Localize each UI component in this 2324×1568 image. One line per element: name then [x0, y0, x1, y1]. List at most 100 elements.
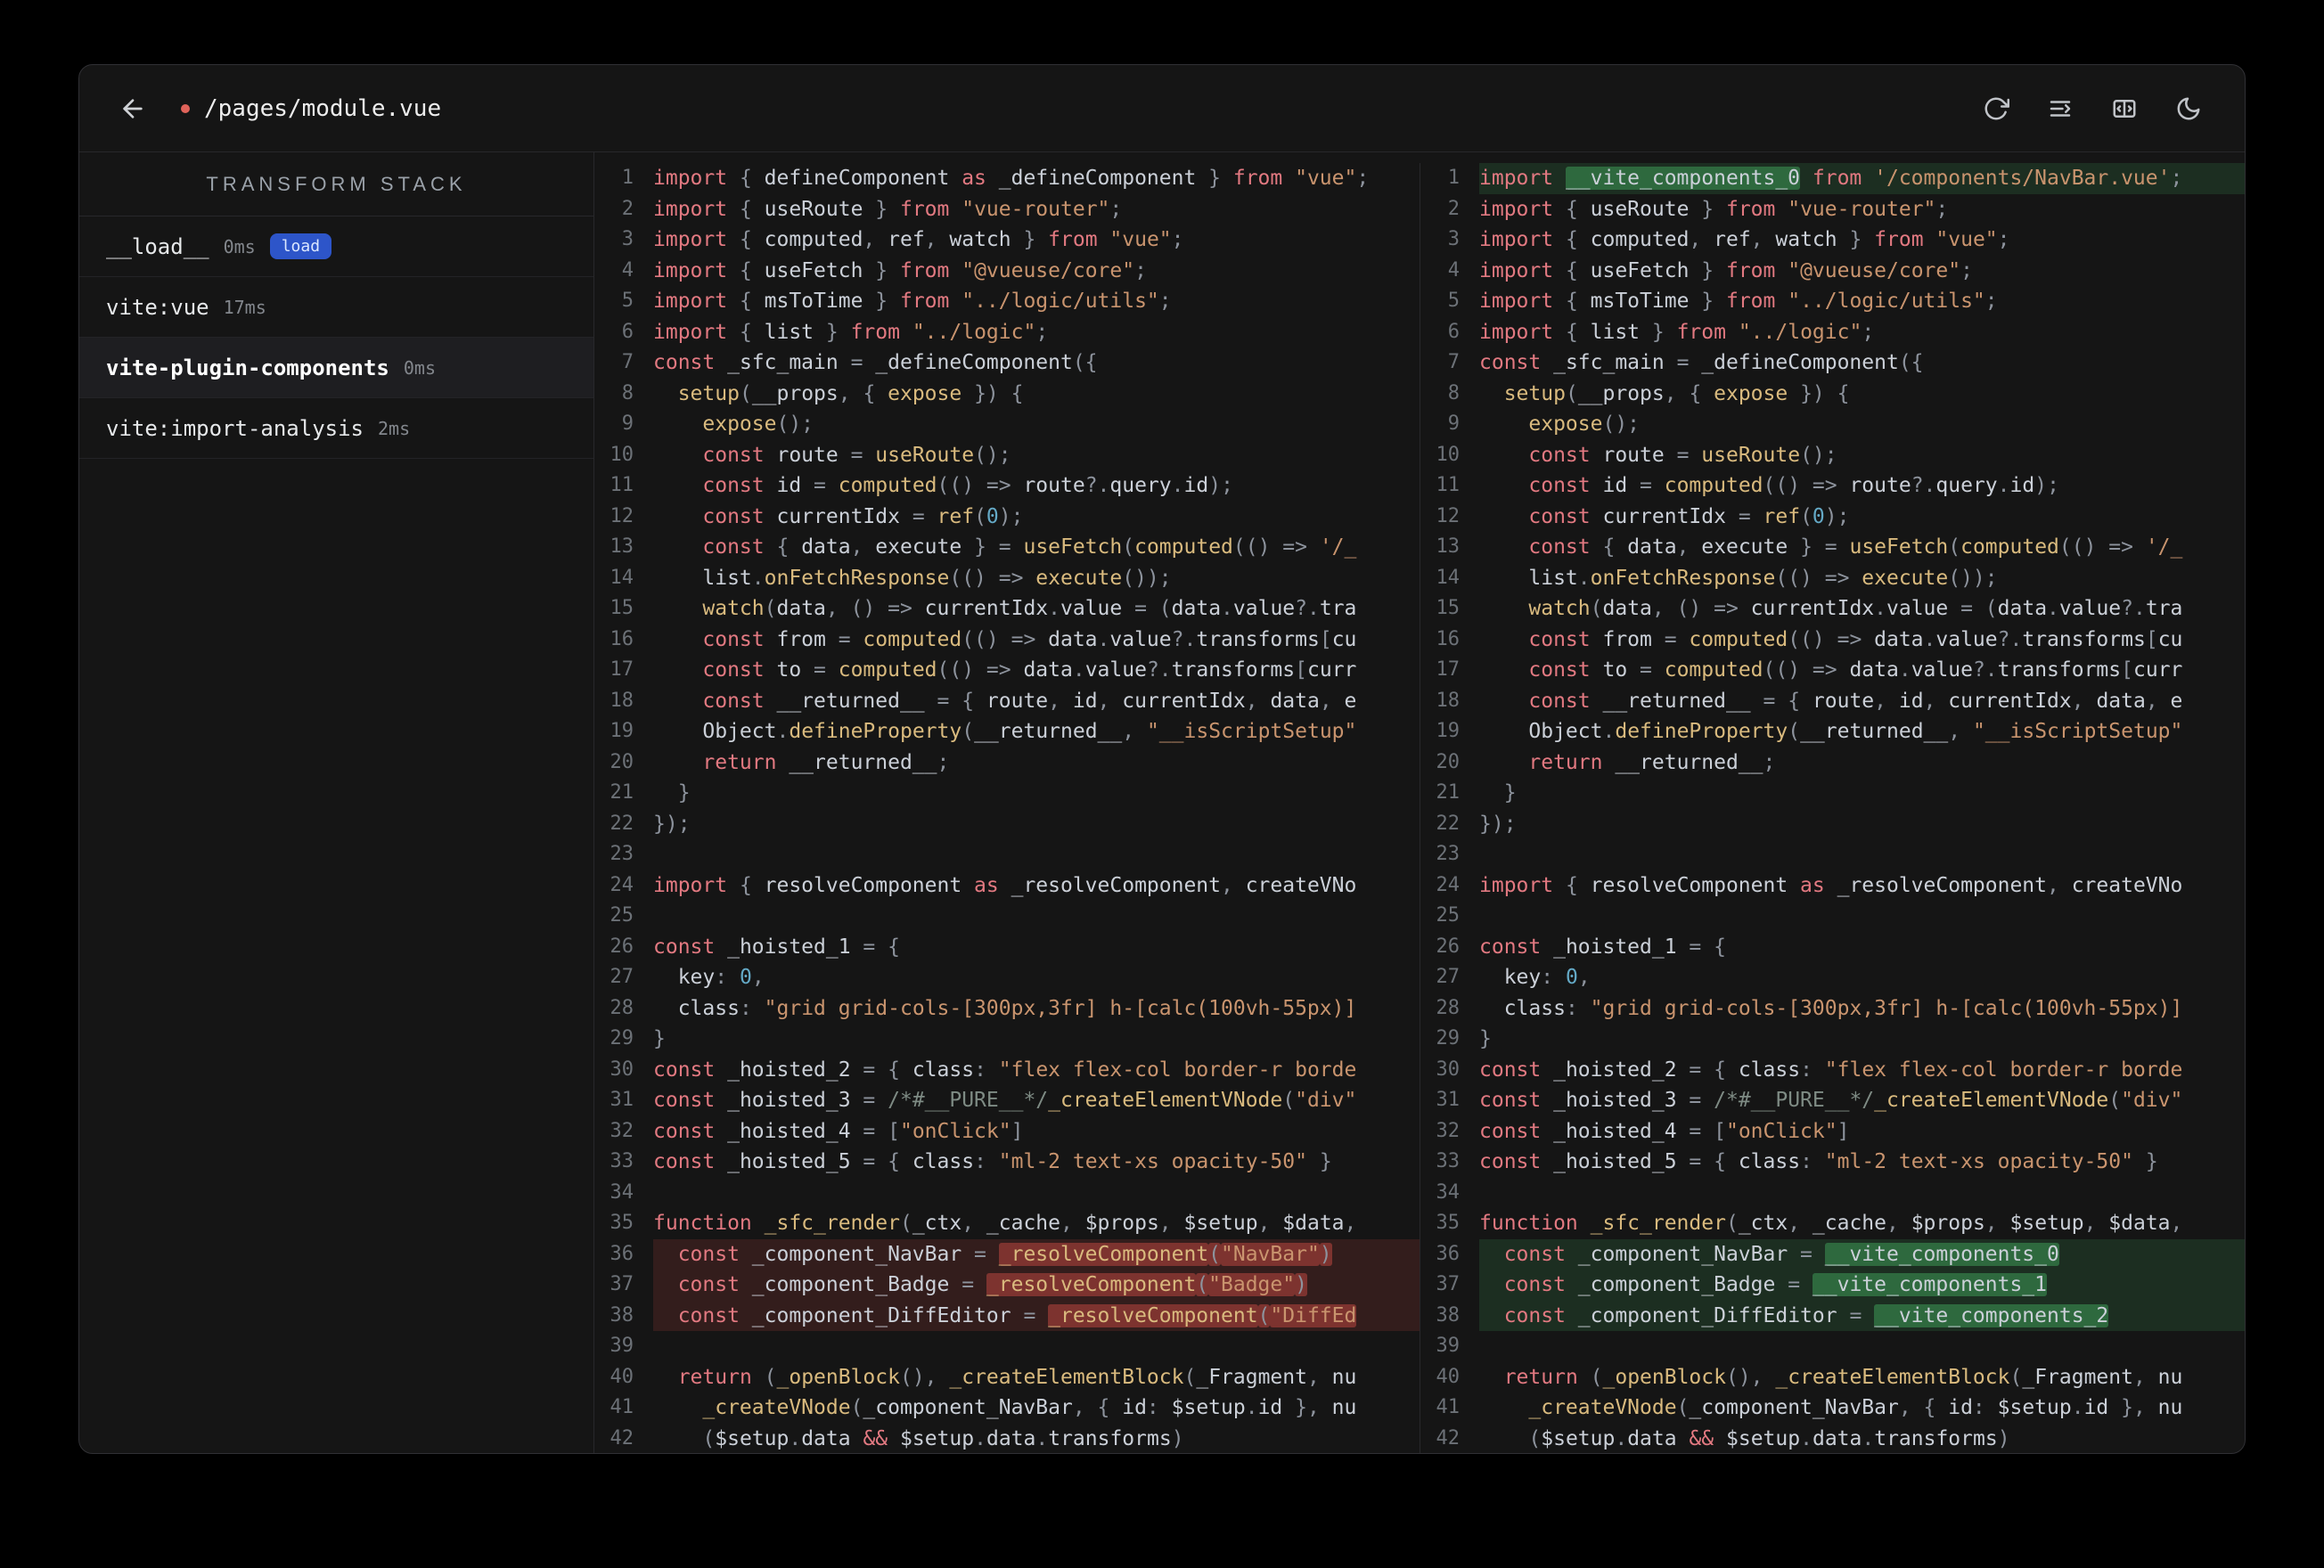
sidebar-item-vite-vue[interactable]: vite:vue 17ms	[79, 277, 593, 338]
code-line: 28 class: "grid grid-cols-[300px,3fr] h-…	[1420, 993, 2245, 1025]
line-number: 21	[610, 781, 634, 804]
code-line: 27 key: 0,	[1420, 962, 2245, 993]
code-line: 34	[594, 1178, 1420, 1209]
plugin-name: vite-plugin-components	[106, 355, 389, 380]
dark-mode-icon[interactable]	[2175, 95, 2202, 122]
line-number: 35	[610, 1212, 634, 1234]
inline-mode-icon[interactable]	[2047, 95, 2074, 122]
diff-left-pane[interactable]: 1 import { defineComponent as _defineComp…	[594, 163, 1420, 1453]
line-number: 27	[610, 966, 634, 988]
plugin-time: 0ms	[403, 356, 437, 379]
code-line: 6 import { list } from "../logic";	[1420, 317, 2245, 348]
line-number: 33	[1436, 1150, 1461, 1172]
code-line: 25	[1420, 901, 2245, 932]
module-title: /pages/module.vue	[181, 95, 441, 122]
code-line: 22});	[1420, 809, 2245, 840]
line-number: 22	[1436, 812, 1461, 835]
code-line: 11 const id = computed(() => route?.quer…	[594, 470, 1420, 502]
line-number: 36	[610, 1242, 634, 1265]
line-number: 2	[621, 197, 634, 220]
code-line: 17 const to = computed(() => data.value?…	[594, 655, 1420, 686]
code-line: 9 expose();	[1420, 409, 2245, 440]
code-line: 18 const __returned__ = { route, id, cur…	[594, 686, 1420, 717]
line-number: 28	[1436, 996, 1461, 1019]
code-line: 29}	[1420, 1024, 2245, 1055]
line-number: 9	[1447, 412, 1460, 435]
line-number: 31	[610, 1089, 634, 1111]
refresh-icon[interactable]	[1983, 95, 2009, 122]
code-line: 15 watch(data, () => currentIdx.value = …	[1420, 593, 2245, 625]
code-line: 19 Object.defineProperty(__returned__, "…	[594, 716, 1420, 747]
line-number: 5	[621, 290, 634, 312]
line-number: 35	[1436, 1212, 1461, 1234]
code-line: 37 const _component_Badge = __vite_compo…	[1420, 1270, 2245, 1301]
line-number: 28	[610, 996, 634, 1019]
window-body: TRANSFORM STACK __load__ 0ms load vite:v…	[79, 152, 2245, 1453]
line-number: 39	[1436, 1335, 1461, 1357]
line-number: 8	[1447, 381, 1460, 404]
line-number: 29	[610, 1027, 634, 1049]
code-line: 35 function _sfc_render(_ctx, _cache, $pr…	[594, 1208, 1420, 1239]
plugin-time: 0ms	[223, 235, 256, 257]
code-line: 35 function _sfc_render(_ctx, _cache, $pr…	[1420, 1208, 2245, 1239]
line-number: 16	[1436, 627, 1461, 650]
code-line: 31 const _hoisted_3 = /*#__PURE__*/_creat…	[594, 1085, 1420, 1116]
plugin-name: __load__	[106, 233, 209, 259]
line-number: 23	[610, 843, 634, 865]
code-line: 32 const _hoisted_4 = ["onClick"]	[1420, 1116, 2245, 1147]
line-number: 27	[1436, 966, 1461, 988]
sidebar-item-vite-plugin-components[interactable]: vite-plugin-components 0ms	[79, 338, 593, 398]
code-line: 24 import { resolveComponent as _resolveC…	[594, 870, 1420, 902]
sidebar-item-load[interactable]: __load__ 0ms load	[79, 216, 593, 277]
header-actions	[1983, 95, 2202, 122]
line-number: 18	[610, 689, 634, 712]
line-number: 6	[621, 320, 634, 343]
line-number: 3	[621, 228, 634, 250]
back-button[interactable]	[119, 94, 147, 123]
code-line: 29}	[594, 1024, 1420, 1055]
line-number: 14	[1436, 566, 1461, 589]
code-line: 23	[1420, 839, 2245, 870]
line-number: 37	[610, 1273, 634, 1295]
line-number: 3	[1447, 228, 1460, 250]
line-number: 16	[610, 627, 634, 650]
transform-stack-title: TRANSFORM STACK	[79, 152, 593, 216]
code-line: 40 return (_openBlock(), _createElementB…	[594, 1362, 1420, 1393]
code-line: 1 import { defineComponent as _defineComp…	[594, 163, 1420, 194]
sidebar-item-vite-import-analysis[interactable]: vite:import-analysis 2ms	[79, 398, 593, 459]
line-number: 12	[1436, 504, 1461, 527]
code-line: 23	[594, 839, 1420, 870]
code-line: 13 const { data, execute } = useFetch(co…	[594, 532, 1420, 563]
line-number: 10	[1436, 443, 1461, 466]
code-line: 8 setup(__props, { expose }) {	[1420, 379, 2245, 410]
code-line: 6 import { list } from "../logic";	[594, 317, 1420, 348]
code-line: 5 import { msToTime } from "../logic/util…	[1420, 286, 2245, 317]
code-line: 26 const _hoisted_1 = {	[1420, 932, 2245, 963]
code-line: 39	[1420, 1331, 2245, 1362]
line-number: 29	[1436, 1027, 1461, 1049]
line-number: 19	[610, 720, 634, 742]
code-line: 26 const _hoisted_1 = {	[594, 932, 1420, 963]
code-line: 17 const to = computed(() => data.value?…	[1420, 655, 2245, 686]
line-number: 1	[1447, 167, 1460, 189]
code-line: 41 _createVNode(_component_NavBar, { id:…	[1420, 1392, 2245, 1424]
line-number: 1	[621, 167, 634, 189]
line-number: 30	[1436, 1058, 1461, 1081]
code-line: 37 const _component_Badge = _resolveComp…	[594, 1270, 1420, 1301]
code-line: 19 Object.defineProperty(__returned__, "…	[1420, 716, 2245, 747]
code-line: 33 const _hoisted_5 = { class: "ml-2 text…	[594, 1147, 1420, 1178]
diff-right-pane[interactable]: 1 import __vite_components_0 from '/compo…	[1420, 163, 2245, 1453]
line-number: 4	[1447, 258, 1460, 282]
code-line: 10 const route = useRoute();	[594, 440, 1420, 471]
line-number: 39	[610, 1335, 634, 1357]
diff-view: 1 import { defineComponent as _defineComp…	[594, 152, 2245, 1453]
line-number: 41	[610, 1396, 634, 1418]
code-line: 11 const id = computed(() => route?.quer…	[1420, 470, 2245, 502]
line-number: 17	[1436, 658, 1461, 681]
line-number: 9	[621, 412, 634, 435]
line-number: 38	[610, 1303, 634, 1327]
line-number: 32	[1436, 1119, 1461, 1142]
line-number: 7	[621, 351, 634, 373]
line-number: 42	[610, 1426, 634, 1450]
side-by-side-icon[interactable]	[2111, 95, 2138, 122]
